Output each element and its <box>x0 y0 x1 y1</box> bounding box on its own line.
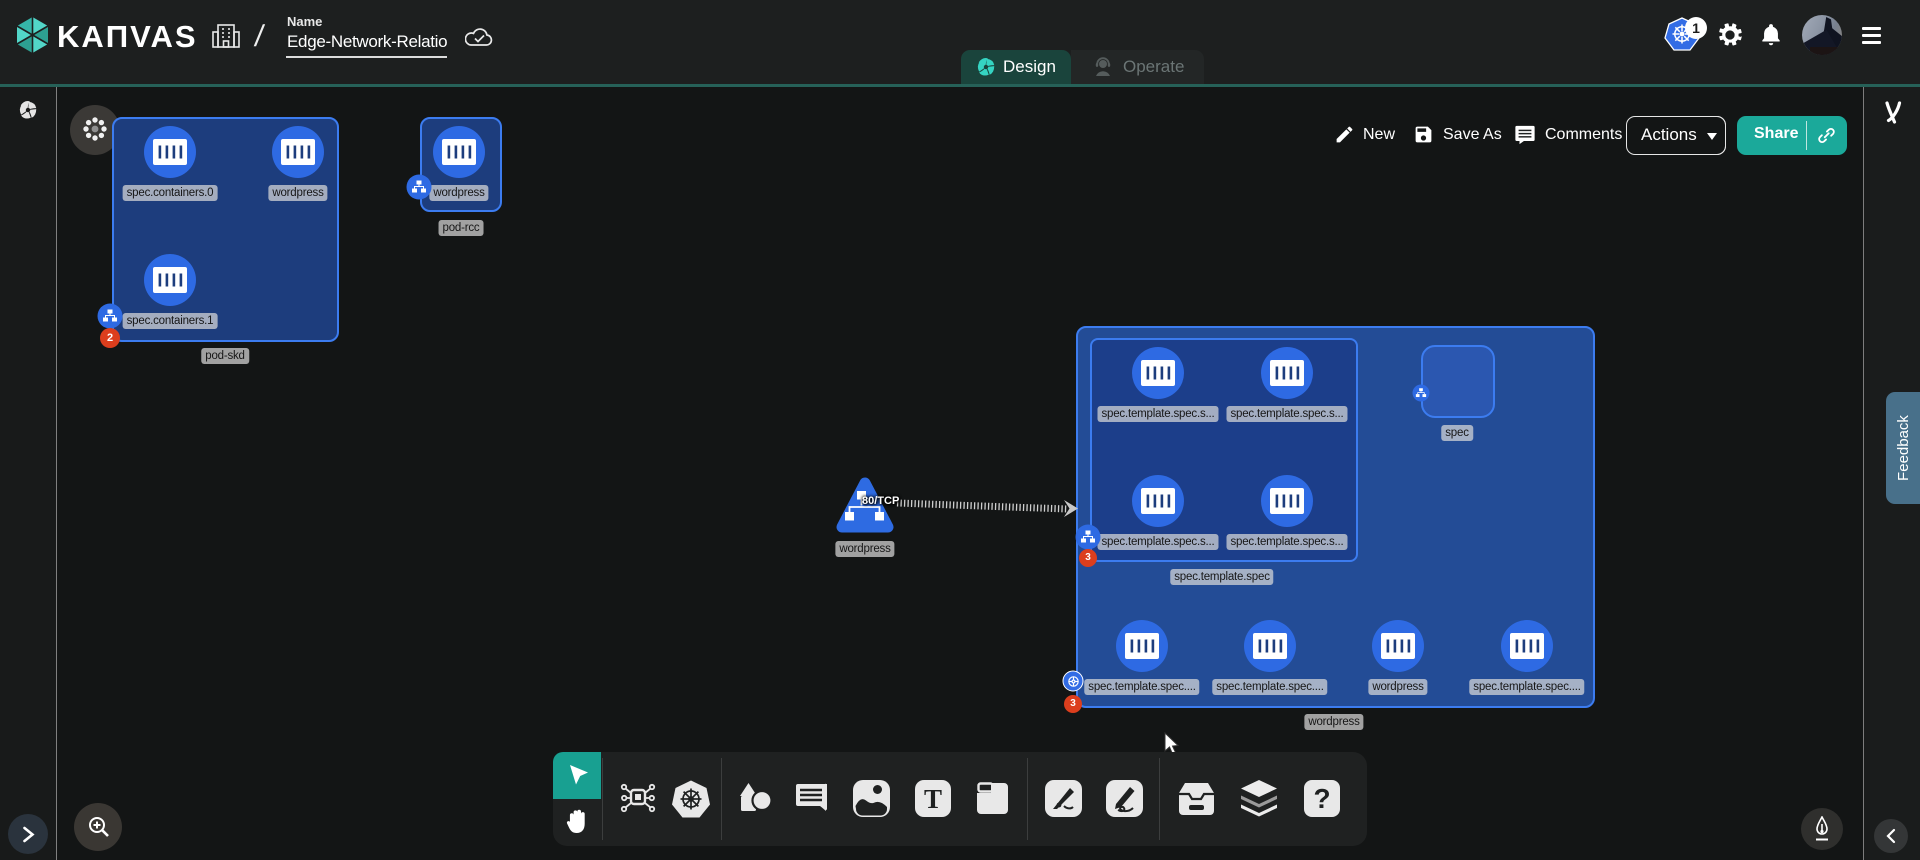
svg-text:T: T <box>924 784 942 814</box>
svg-text:?: ? <box>1313 783 1330 814</box>
svg-text:1: 1 <box>1692 20 1700 36</box>
